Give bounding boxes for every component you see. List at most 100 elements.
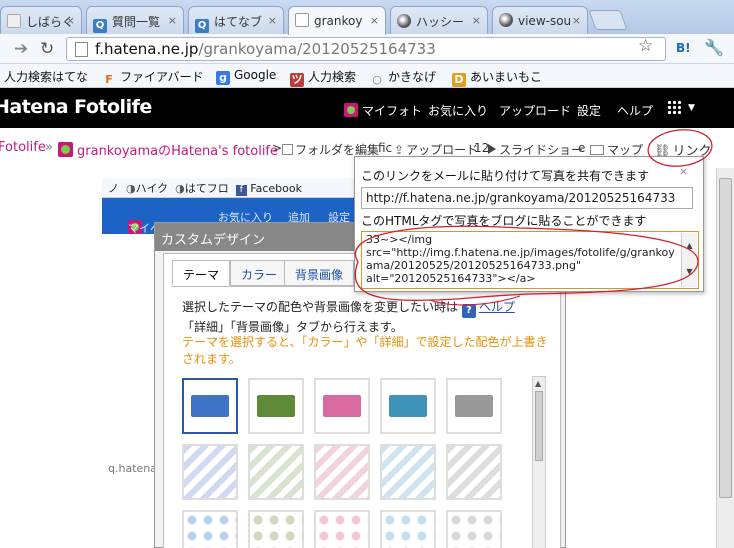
- theme-swatch[interactable]: [380, 444, 436, 500]
- textarea-scrollbar[interactable]: ▲ ▼: [681, 233, 697, 287]
- theme-swatch[interactable]: [380, 510, 436, 548]
- breadcrumb-gt: >: [272, 141, 283, 155]
- swatch-preview-bar: [455, 395, 493, 417]
- tab-theme[interactable]: テーマ: [172, 260, 231, 286]
- url-path: /grankoyama/20120525164733: [198, 40, 436, 58]
- address-bar[interactable]: f.hatena.ne.jp/grankoyama/20120525164733: [66, 37, 666, 61]
- theme-swatch[interactable]: [446, 510, 502, 548]
- theme-swatch[interactable]: [314, 444, 370, 500]
- theme-swatch[interactable]: [182, 444, 238, 500]
- map-icon: [590, 145, 604, 155]
- site-header: Hatena Fotolife マイフォト お気に入り アップロード 設定 ヘル…: [0, 88, 734, 128]
- url-text: f.hatena.ne.jp/grankoyama/20120525164733: [95, 40, 436, 58]
- tab-label: ハッシー: [416, 15, 465, 29]
- site-logo[interactable]: Hatena Fotolife: [0, 96, 152, 118]
- diary-icon: D: [452, 73, 466, 87]
- browser-tab[interactable]: ハッシー ×: [390, 6, 488, 34]
- bookmark-item[interactable]: 人力検索はてな: [4, 68, 88, 85]
- theme-swatch[interactable]: [248, 378, 304, 434]
- browser-tab[interactable]: Q はてなブ ×: [188, 6, 284, 34]
- breadcrumb-root[interactable]: Fotolife: [0, 140, 46, 155]
- email-link-field[interactable]: http://f.hatena.ne.jp/grankoyama/2012052…: [361, 187, 693, 209]
- breadcrumb-fragment: fic: [378, 141, 393, 155]
- new-tab-button[interactable]: [588, 10, 628, 30]
- nav-favorites[interactable]: お気に入り: [428, 102, 488, 119]
- bookmark-item[interactable]: F ファイアバード: [102, 68, 203, 87]
- html-tag-textarea[interactable]: 33~></img src="http://img.f.hatena.ne.jp…: [361, 231, 699, 289]
- close-icon[interactable]: ×: [472, 14, 481, 27]
- browser-tab[interactable]: view-sou ×: [492, 6, 588, 34]
- theme-swatch[interactable]: [248, 444, 304, 500]
- nav-myphoto[interactable]: マイフォト: [344, 102, 422, 119]
- swatch-scrollbar[interactable]: ▲: [532, 376, 546, 548]
- hatena-bookmark-button[interactable]: B!: [676, 41, 691, 55]
- bookmark-item[interactable]: ○ かきなげ: [370, 68, 436, 87]
- breadcrumb-user[interactable]: grankoyamaのHatena's fotolife: [58, 140, 278, 159]
- theme-swatch[interactable]: [314, 378, 370, 434]
- theme-swatch[interactable]: [248, 510, 304, 548]
- action-label: スライドショー: [499, 143, 584, 157]
- close-icon[interactable]: ×: [370, 14, 379, 27]
- page-icon: [7, 14, 21, 28]
- bookmark-label: かきなげ: [388, 70, 437, 84]
- bookmark-item[interactable]: D あいまいもこ: [452, 68, 542, 87]
- star-icon[interactable]: ☆: [638, 36, 653, 56]
- close-icon[interactable]: ×: [268, 14, 277, 27]
- theme-swatch[interactable]: [314, 510, 370, 548]
- jinriki-icon: ツ: [290, 73, 304, 87]
- scroll-up-icon[interactable]: ▲: [535, 379, 541, 388]
- help-link[interactable]: ヘルプ: [479, 300, 515, 314]
- apps-grid-icon[interactable]: [667, 100, 682, 115]
- frog-icon: ◑: [175, 182, 185, 195]
- q-icon: Q: [195, 19, 209, 33]
- close-icon[interactable]: ×: [572, 14, 581, 27]
- close-icon[interactable]: ×: [66, 14, 75, 27]
- facebook-icon: f: [235, 185, 247, 196]
- theme-swatch[interactable]: [182, 510, 238, 548]
- browser-tab-active[interactable]: grankoy ×: [288, 6, 386, 35]
- theme-swatch[interactable]: [446, 444, 502, 500]
- dialog-description: 選択したテーマの配色や背景画像を変更したい時は ? ヘルプ 「詳細」「背景画像」タ…: [182, 298, 548, 336]
- nav-settings[interactable]: 設定: [577, 102, 601, 119]
- chevron-down-icon[interactable]: ▼: [688, 103, 695, 113]
- page-icon: [75, 42, 88, 57]
- count-fragment: 12: [474, 141, 490, 155]
- page-scroll-thumb[interactable]: [719, 178, 732, 498]
- email-share-label: このリンクをメールに貼り付けて写真を共有できます: [361, 169, 650, 183]
- tab-background[interactable]: 背景画像: [284, 260, 355, 286]
- globe-icon: [499, 13, 513, 27]
- browser-tab[interactable]: しばらく ×: [0, 6, 82, 34]
- nav-help[interactable]: ヘルプ: [617, 102, 653, 119]
- bookmark-item[interactable]: g Google: [216, 68, 276, 85]
- page-scrollbar[interactable]: [716, 168, 734, 548]
- description-text: 選択したテーマの配色や背景画像を変更したい時は: [182, 300, 459, 314]
- share-popup: このリンクをメールに貼り付けて写真を共有できます × http://f.hate…: [354, 156, 704, 292]
- tab-label: grankoy: [314, 14, 363, 28]
- globe-icon: ○: [372, 73, 382, 86]
- html-share-label: このHTMLタグで写真をブログに貼ることができます: [361, 214, 647, 228]
- scroll-thumb[interactable]: [535, 391, 543, 461]
- embedded-item: ノ: [108, 182, 119, 195]
- embedded-item: ハイク: [135, 182, 169, 195]
- bookmark-item[interactable]: ツ人力検索: [290, 68, 356, 87]
- slideshow-icon: [488, 144, 496, 154]
- folder-icon: [282, 144, 293, 155]
- embedded-item: Facebook: [250, 182, 302, 195]
- tab-label: view-sou: [518, 14, 572, 28]
- forward-arrow-icon[interactable]: ➔: [14, 39, 28, 59]
- close-icon[interactable]: ×: [168, 14, 177, 27]
- wrench-icon[interactable]: 🔧: [704, 38, 724, 57]
- action-label: アップロード: [406, 143, 479, 157]
- theme-swatch[interactable]: [182, 378, 238, 434]
- browser-tab[interactable]: Q 質問一覧 ×: [86, 6, 184, 34]
- dialog-body: テーマ カラー 背景画像 選択したテーマの配色や背景画像を変更したい時は ? ヘル…: [163, 253, 561, 548]
- theme-swatch[interactable]: [446, 378, 502, 434]
- theme-swatch[interactable]: [380, 378, 436, 434]
- breadcrumb-user-label: grankoyamaのHatena's fotolife: [77, 144, 279, 159]
- tab-color[interactable]: カラー: [230, 260, 289, 286]
- nav-upload[interactable]: アップロード: [499, 102, 571, 119]
- embedded-sidebar: 1 q.hatena.ne: [102, 234, 174, 548]
- description-text-2: 「詳細」「背景画像」タブから行えます。: [182, 320, 403, 334]
- close-icon[interactable]: ×: [679, 165, 688, 178]
- reload-icon[interactable]: ↻: [40, 39, 54, 59]
